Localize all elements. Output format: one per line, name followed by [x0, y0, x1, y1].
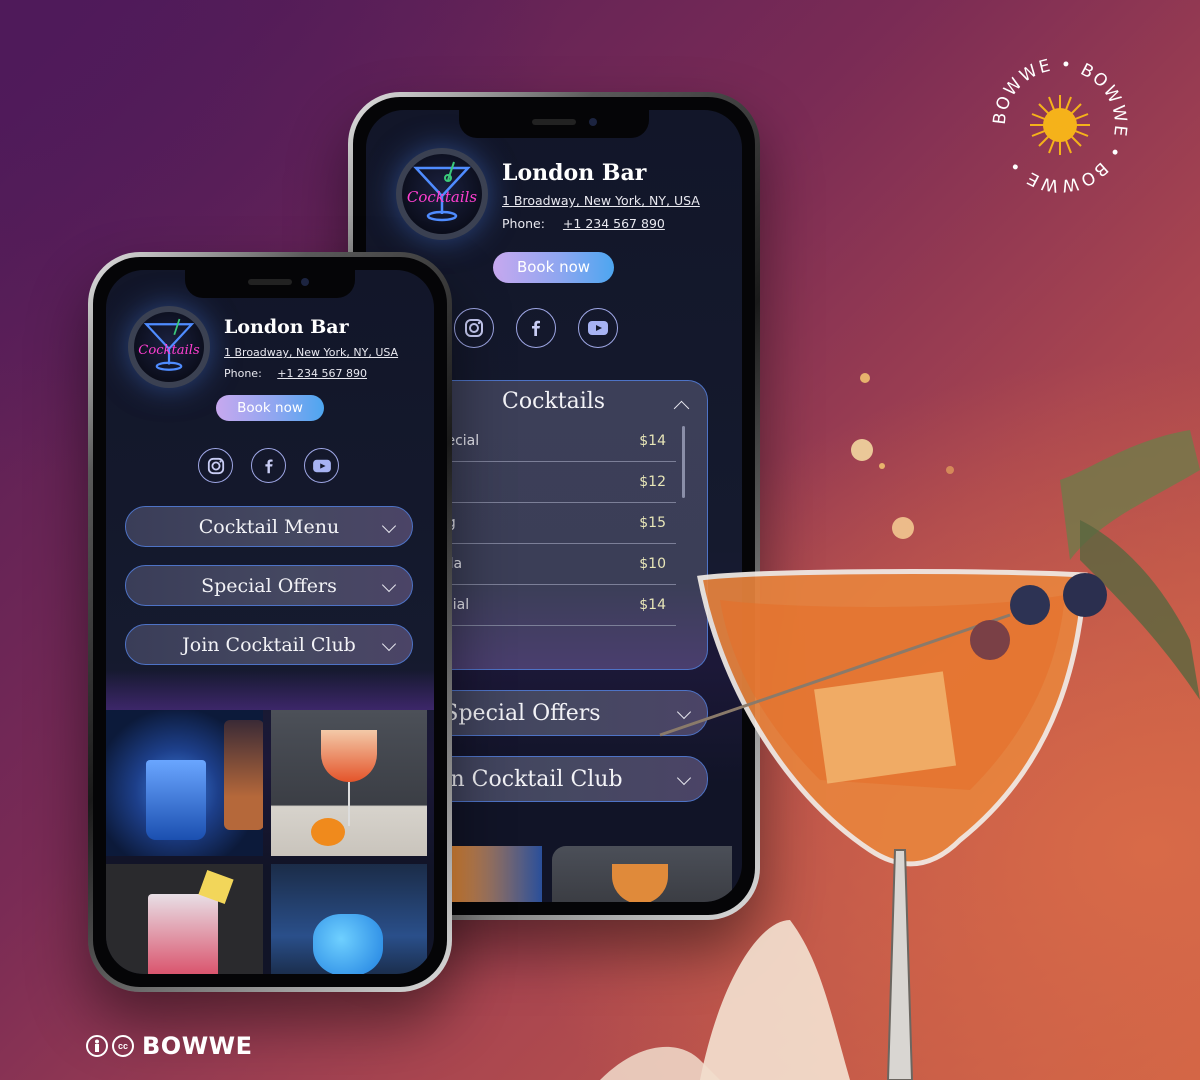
- bar-name: London Bar: [224, 316, 349, 338]
- book-now-button[interactable]: Book now: [216, 395, 324, 421]
- bar-address-link[interactable]: 1 Broadway, New York, NY, USA: [224, 346, 398, 359]
- sun-icon: [1030, 95, 1090, 155]
- phone-number-link[interactable]: +1 234 567 890: [563, 216, 665, 231]
- gallery-photo[interactable]: [271, 710, 427, 856]
- phone-front: Cocktails London Bar 1 Broadway, New Yor…: [88, 252, 452, 992]
- footer-logo: cc BOWWE: [86, 1032, 253, 1060]
- cc-icon: cc: [112, 1035, 134, 1057]
- chevron-down-icon: [381, 577, 397, 592]
- chevron-down-icon: [381, 518, 397, 533]
- menu-title: Cocktails: [502, 389, 606, 414]
- menu-scrollbar[interactable]: [682, 426, 685, 498]
- accordion-special-offers[interactable]: Special Offers: [125, 565, 413, 606]
- person-icon: [86, 1035, 108, 1057]
- bar-logo: Cocktails: [128, 306, 210, 388]
- svg-text:Cocktails: Cocktails: [138, 343, 200, 358]
- gallery-photo[interactable]: [271, 864, 427, 974]
- chevron-down-icon: [381, 636, 397, 651]
- bar-logo: Cocktails: [396, 148, 488, 240]
- phone-label: Phone:: [502, 216, 545, 231]
- cocktail-neon-icon: Cocktails: [407, 161, 478, 222]
- book-now-button[interactable]: Book now: [493, 252, 614, 283]
- chevron-down-icon: [676, 704, 692, 720]
- bar-name: London Bar: [502, 160, 647, 186]
- facebook-icon[interactable]: [251, 448, 286, 483]
- facebook-icon[interactable]: [516, 308, 556, 348]
- svg-text:Cocktails: Cocktails: [407, 188, 478, 206]
- phone-front-screen: Cocktails London Bar 1 Broadway, New Yor…: [106, 270, 434, 974]
- bar-address-link[interactable]: 1 Broadway, New York, NY, USA: [502, 193, 700, 208]
- bowwe-badge: BOWWE • BOWWE • BOWWE •: [990, 55, 1130, 196]
- gallery-photo[interactable]: [552, 846, 732, 902]
- phone-label: Phone:: [224, 367, 262, 380]
- bar-phone: Phone: +1 234 567 890: [224, 367, 367, 380]
- accordion-join-club[interactable]: Join Cocktail Club: [125, 624, 413, 665]
- instagram-icon[interactable]: [454, 308, 494, 348]
- chevron-down-icon: [676, 770, 692, 786]
- gallery-photo[interactable]: [106, 710, 263, 856]
- accordion-cocktail-menu[interactable]: Cocktail Menu: [125, 506, 413, 547]
- youtube-icon[interactable]: [304, 448, 339, 483]
- gallery-photo[interactable]: [106, 864, 263, 974]
- cocktail-neon-icon: Cocktails: [138, 318, 200, 371]
- youtube-icon[interactable]: [578, 308, 618, 348]
- instagram-icon[interactable]: [198, 448, 233, 483]
- collapse-chevron-icon[interactable]: [673, 400, 690, 417]
- phone-number-link[interactable]: +1 234 567 890: [277, 367, 367, 380]
- brand-logo: BOWWE: [142, 1032, 253, 1060]
- bar-phone: Phone: +1 234 567 890: [502, 216, 665, 231]
